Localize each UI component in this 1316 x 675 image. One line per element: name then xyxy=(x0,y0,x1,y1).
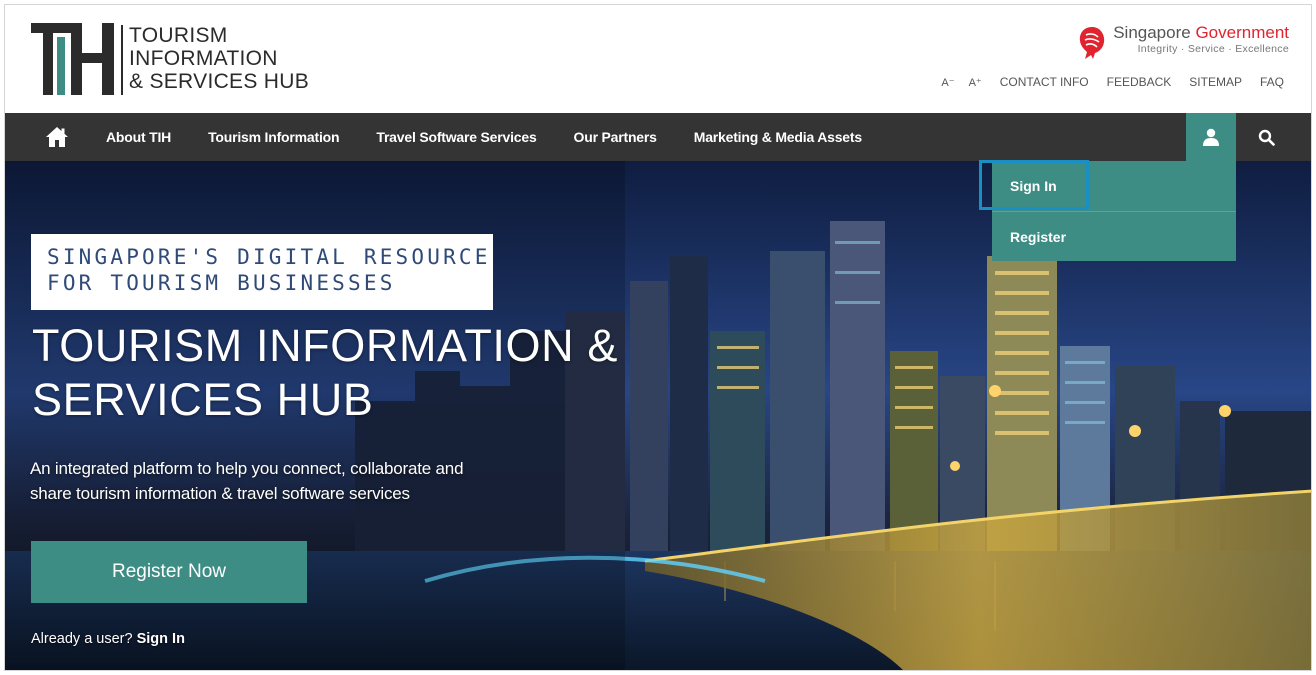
site-header: TOURISM INFORMATION & SERVICES HUB Singa… xyxy=(5,5,1311,113)
gov-name-singapore: Singapore xyxy=(1113,23,1191,42)
logo-divider xyxy=(121,25,123,95)
already-user-text: Already a user? xyxy=(31,631,133,647)
hero-title: TOURISM INFORMATION & SERVICES HUB xyxy=(32,319,618,427)
logo-wordmark: TOURISM INFORMATION & SERVICES HUB xyxy=(129,24,309,93)
main-nav: About TIH Tourism Information Travel Sof… xyxy=(5,113,1311,161)
sitemap-link[interactable]: SITEMAP xyxy=(1189,75,1242,89)
nav-item-our-partners[interactable]: Our Partners xyxy=(574,129,657,145)
gov-name: Singapore Government xyxy=(1113,23,1289,42)
nav-item-travel-software-services[interactable]: Travel Software Services xyxy=(376,129,536,145)
hero-sign-in-link[interactable]: Sign In xyxy=(137,631,185,647)
user-icon xyxy=(1203,128,1219,146)
hero-title-line: SERVICES HUB xyxy=(32,374,374,425)
already-user-prompt: Already a user? Sign In xyxy=(31,631,185,647)
nav-items: About TIH Tourism Information Travel Sof… xyxy=(106,113,899,161)
utility-links: A⁻ A⁺ CONTACT INFO FEEDBACK SITEMAP FAQ xyxy=(941,75,1284,89)
user-menu-button[interactable] xyxy=(1186,113,1236,161)
dropdown-sign-in[interactable]: Sign In xyxy=(992,161,1236,211)
nav-item-about-tih[interactable]: About TIH xyxy=(106,129,171,145)
merlion-lion-icon xyxy=(1080,27,1105,59)
feedback-link[interactable]: FEEDBACK xyxy=(1107,75,1172,89)
browser-frame: TOURISM INFORMATION & SERVICES HUB Singa… xyxy=(4,4,1312,671)
logo-line: INFORMATION xyxy=(129,47,278,70)
search-button[interactable] xyxy=(1241,113,1291,161)
faq-link[interactable]: FAQ xyxy=(1260,75,1284,89)
nav-item-tourism-information[interactable]: Tourism Information xyxy=(208,129,339,145)
dropdown-register[interactable]: Register xyxy=(992,211,1236,261)
nav-item-marketing-media-assets[interactable]: Marketing & Media Assets xyxy=(694,129,862,145)
hero-title-line: TOURISM INFORMATION & xyxy=(32,320,618,371)
gov-tagline: Integrity · Service · Excellence xyxy=(1137,43,1289,55)
singapore-government-brand[interactable]: Singapore Government Integrity · Service… xyxy=(1077,23,1289,61)
register-now-button[interactable]: Register Now xyxy=(31,541,307,603)
font-increase-button[interactable]: A⁺ xyxy=(969,76,982,89)
hero-eyebrow-line: SINGAPORE'S DIGITAL RESOURCE xyxy=(47,245,491,269)
user-dropdown-menu: Sign In Register xyxy=(992,161,1236,261)
gov-name-government: Government xyxy=(1195,23,1289,42)
logo-line: & SERVICES HUB xyxy=(129,70,310,93)
contact-info-link[interactable]: CONTACT INFO xyxy=(1000,75,1089,89)
hero-eyebrow: SINGAPORE'S DIGITAL RESOURCE FOR TOURISM… xyxy=(31,234,493,310)
home-icon[interactable] xyxy=(45,126,69,148)
hero-subtitle: An integrated platform to help you conne… xyxy=(30,456,464,506)
hero-subtitle-line: share tourism information & travel softw… xyxy=(30,484,410,503)
hero-subtitle-line: An integrated platform to help you conne… xyxy=(30,459,464,478)
search-icon xyxy=(1258,129,1275,146)
logo-line: TOURISM xyxy=(129,24,228,47)
font-decrease-button[interactable]: A⁻ xyxy=(941,76,954,89)
hero-eyebrow-line: FOR TOURISM BUSINESSES xyxy=(47,271,396,295)
tih-logo-mark xyxy=(31,23,114,95)
tih-logo[interactable]: TOURISM INFORMATION & SERVICES HUB xyxy=(31,23,309,95)
